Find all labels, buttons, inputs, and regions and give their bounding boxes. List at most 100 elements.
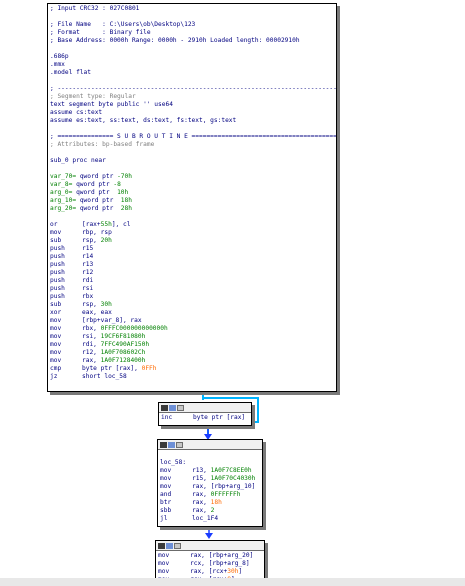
immediate-value: 2 (210, 507, 215, 514)
comment-line: ; File Name : C:\Users\ob\Desktop\123 (50, 21, 336, 29)
instruction-line[interactable]: mov rax, [rcx+30h] (158, 568, 264, 576)
operand: byte ptr [rax], (82, 365, 142, 372)
collapse-icon[interactable] (177, 404, 184, 411)
var-type: qword ptr (76, 181, 114, 188)
operand: rsp, (82, 237, 101, 244)
operand: [rbp+var_8], rax (82, 317, 142, 324)
collapse-icon[interactable] (176, 441, 183, 448)
directive-text: .686p (50, 53, 69, 60)
block-menu-icon[interactable] (160, 441, 167, 448)
collapse-icon[interactable] (174, 542, 181, 549)
code-block-loc-58[interactable]: loc_58: mov r13, 1A0F7C8EE0h mov r15, 1A0F70… (157, 439, 263, 527)
instruction-line[interactable]: cmp byte ptr [rax], 0FFh (50, 365, 336, 373)
instruction-line[interactable]: sub rsp, 30h (50, 301, 336, 309)
mnemonic: mov (158, 560, 170, 567)
highlighted-value: 30h (227, 568, 239, 575)
instruction-line[interactable]: mov rbx, 0FFFC000000000000h (50, 325, 336, 333)
var-name: arg_20= (50, 205, 80, 212)
mnemonic: push (50, 285, 65, 292)
graph-icon[interactable] (166, 542, 173, 549)
instruction-line[interactable]: or [rax+55h], cl (50, 221, 336, 229)
var-offset: 28h (120, 205, 132, 212)
stack-var-line: arg_0= qword ptr 10h (50, 189, 336, 197)
operand: rax, [rbp+arg_20] (190, 552, 254, 559)
instruction-line[interactable]: xor eax, eax (50, 309, 336, 317)
mnemonic: mov (50, 325, 62, 332)
instruction-line[interactable]: push r14 (50, 253, 336, 261)
operand: rbx (82, 293, 94, 300)
instruction-line[interactable]: btr rax, 18h (160, 499, 262, 507)
block-header (159, 403, 251, 413)
graph-icon[interactable] (169, 404, 176, 411)
mnemonic: jl (160, 515, 168, 522)
comment-text: ; Input CRC32 : 027C0801 (50, 5, 140, 12)
instruction-line[interactable]: mov rax, 1A0F7128400h (50, 357, 336, 365)
immediate-value: 55h (100, 221, 112, 228)
instruction-line[interactable]: mov rbp, rsp (50, 229, 336, 237)
operand: rax, (82, 357, 101, 364)
comment-line: ; Base Address: 0000h Range: 0000h - 291… (50, 37, 336, 45)
comment-line: ; Format : Binary file (50, 29, 336, 37)
instruction-line[interactable]: mov rdi, 7FFC490AF150h (50, 341, 336, 349)
instruction-line[interactable]: jz short loc_58 (50, 373, 336, 381)
block-menu-icon[interactable] (161, 404, 168, 411)
mnemonic: push (50, 277, 65, 284)
status-strip (0, 578, 465, 586)
instruction-line[interactable]: mov rsi, 19CF6F81080h (50, 333, 336, 341)
operand: rax, (192, 499, 211, 506)
instruction-line[interactable]: push rbx (50, 293, 336, 301)
mnemonic: mov (160, 475, 172, 482)
mnemonic: mov (50, 229, 62, 236)
mnemonic: sub (50, 237, 62, 244)
stack-var-line: var_70= qword ptr -70h (50, 173, 336, 181)
directive-line: assume es:text, ss:text, ds:text, fs:tex… (50, 117, 336, 125)
instruction-line[interactable]: mov rax, [rbp+arg_10] (160, 483, 262, 491)
operand: rax, [rcx+ (190, 568, 228, 575)
instruction-line[interactable]: push r15 (50, 245, 336, 253)
instruction-line[interactable]: mov rax, [rbp+arg_20] (158, 552, 264, 560)
immediate-value: 0FFFC000000000000h (100, 325, 168, 332)
instruction-line[interactable]: push rsi (50, 285, 336, 293)
ida-graph-view[interactable]: ; Input CRC32 : 027C0801 ; File Name : C… (0, 0, 465, 586)
instruction-line[interactable]: and rax, 0FFFFFFh (160, 491, 262, 499)
code-block-main[interactable]: ; Input CRC32 : 027C0801 ; File Name : C… (47, 3, 337, 392)
instruction-line[interactable]: jl loc_1F4 (160, 515, 262, 523)
var-type: qword ptr (79, 197, 121, 204)
highlighted-value: 18h (210, 499, 222, 506)
instruction-line[interactable]: push r13 (50, 261, 336, 269)
instruction-line[interactable]: mov r13, 1A0F7C8EE0h (160, 467, 262, 475)
instruction-line[interactable]: push rdi (50, 277, 336, 285)
mnemonic: mov (158, 552, 170, 559)
highlighted-value: 0FFh (141, 365, 157, 372)
immediate-value: 1A0F708602Ch (100, 349, 146, 356)
instruction-line[interactable]: mov r15, 1A0F70C4030h (160, 475, 262, 483)
comment-text: ; Format : Binary file (50, 29, 151, 36)
directive-text: assume es:text, ss:text, ds:text, fs:tex… (50, 117, 237, 124)
immediate-value: 1A0F70C4030h (210, 475, 256, 482)
mnemonic: mov (50, 341, 62, 348)
mnemonic: push (50, 245, 65, 252)
instruction-line[interactable]: sub rsp, 20h (50, 237, 336, 245)
graph-icon[interactable] (168, 441, 175, 448)
instruction-line[interactable]: mov rcx, [rbp+arg_8] (158, 560, 264, 568)
mnemonic: mov (50, 357, 62, 364)
block-menu-icon[interactable] (158, 542, 165, 549)
operand: rax, (192, 491, 211, 498)
mnemonic: mov (158, 568, 170, 575)
code-block-inc[interactable]: inc byte ptr [rax] (158, 402, 252, 426)
instruction-line[interactable]: push r12 (50, 269, 336, 277)
mnemonic: xor (50, 309, 62, 316)
directive-text: .model flat (50, 69, 91, 76)
instruction-line[interactable]: mov [rbp+var_8], rax (50, 317, 336, 325)
comment-text: ; Segment type: Regular (50, 93, 136, 100)
instruction-line[interactable]: mov r12, 1A0F708602Ch (50, 349, 336, 357)
instruction-line[interactable]: sbb rax, 2 (160, 507, 262, 515)
instruction-line[interactable]: inc byte ptr [rax] (161, 414, 251, 422)
immediate-value: 30h (100, 301, 112, 308)
label-line: loc_58: (160, 459, 262, 467)
operand: rdi, (82, 341, 101, 348)
